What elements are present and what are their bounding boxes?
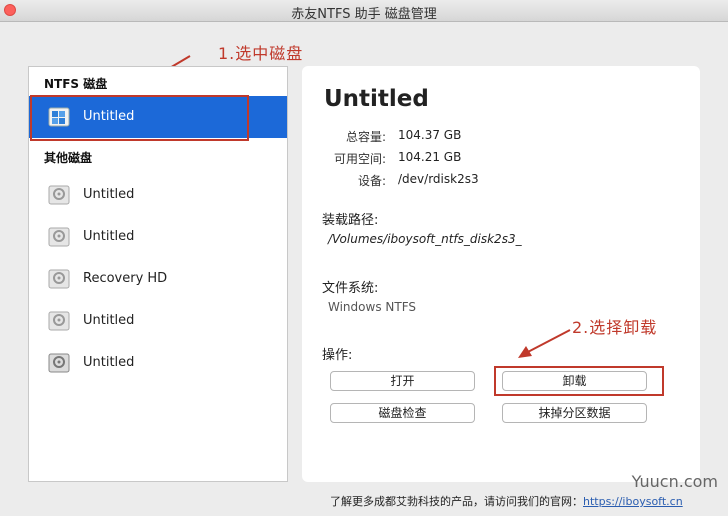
disk-sidebar: NTFS 磁盘 Untitled 其他磁盘 Untitled Untitled (28, 66, 288, 482)
disk-label: Untitled (83, 109, 135, 124)
volume-title: Untitled (324, 86, 429, 112)
erase-partition-button[interactable]: 抹掉分区数据 (502, 403, 647, 423)
disk-item-other-5[interactable]: Untitled (29, 342, 287, 384)
footer-description: 了解更多成都艾勃科技的产品，请访问我们的官网： (330, 495, 583, 508)
title-bar: 赤友NTFS 助手 磁盘管理 (0, 0, 728, 22)
actions-label: 操作: (322, 348, 353, 363)
available-space-label: 可用空间: (333, 152, 386, 166)
available-space-value: 104.21 GB (398, 150, 462, 164)
filesystem-label: 文件系统: (322, 281, 379, 296)
disk-label: Untitled (83, 187, 135, 202)
ntfs-disks-header: NTFS 磁盘 (44, 77, 108, 91)
ntfs-disk-icon (48, 107, 70, 127)
disk-item-ntfs-untitled[interactable]: Untitled (29, 96, 287, 138)
annotation-step2: 2.选择卸载 (572, 318, 658, 337)
device-value: /dev/rdisk2s3 (398, 172, 479, 186)
annotation-step1: 1.选中磁盘 (218, 44, 304, 63)
disk-label: Recovery HD (83, 271, 168, 286)
disk-icon (48, 269, 70, 289)
other-disks-header: 其他磁盘 (44, 151, 93, 165)
disk-item-other-4[interactable]: Untitled (29, 300, 287, 342)
disk-icon (48, 311, 70, 331)
capacity-value: 104.37 GB (398, 128, 462, 142)
disk-item-other-2[interactable]: Untitled (29, 216, 287, 258)
disk-item-other-3[interactable]: Recovery HD (29, 258, 287, 300)
disk-icon (48, 353, 70, 373)
disk-label: Untitled (83, 229, 135, 244)
disk-detail-panel: Untitled 总容量: 104.37 GB 可用空间: 104.21 GB … (302, 66, 700, 482)
mount-path-value: /Volumes/iboysoft_ntfs_disk2s3_ (328, 232, 522, 246)
website-link[interactable]: https://iboysoft.cn (583, 495, 683, 508)
capacity-label: 总容量: (345, 130, 386, 144)
annotation-arrow-icon (518, 329, 571, 358)
unmount-button[interactable]: 卸载 (502, 371, 647, 391)
filesystem-value: Windows NTFS (328, 300, 416, 314)
watermark: Yuucn.com (631, 472, 718, 491)
mount-path-label: 装载路径: (322, 213, 379, 228)
disk-icon (48, 185, 70, 205)
open-button[interactable]: 打开 (330, 371, 475, 391)
window-title: 赤友NTFS 助手 磁盘管理 (291, 7, 437, 22)
device-label: 设备: (357, 174, 386, 188)
footer-text: 了解更多成都艾勃科技的产品，请访问我们的官网：https://iboysoft.… (330, 493, 683, 509)
disk-icon (48, 227, 70, 247)
disk-label: Untitled (83, 313, 135, 328)
disk-check-button[interactable]: 磁盘检查 (330, 403, 475, 423)
disk-item-other-1[interactable]: Untitled (29, 174, 287, 216)
disk-label: Untitled (83, 355, 135, 370)
